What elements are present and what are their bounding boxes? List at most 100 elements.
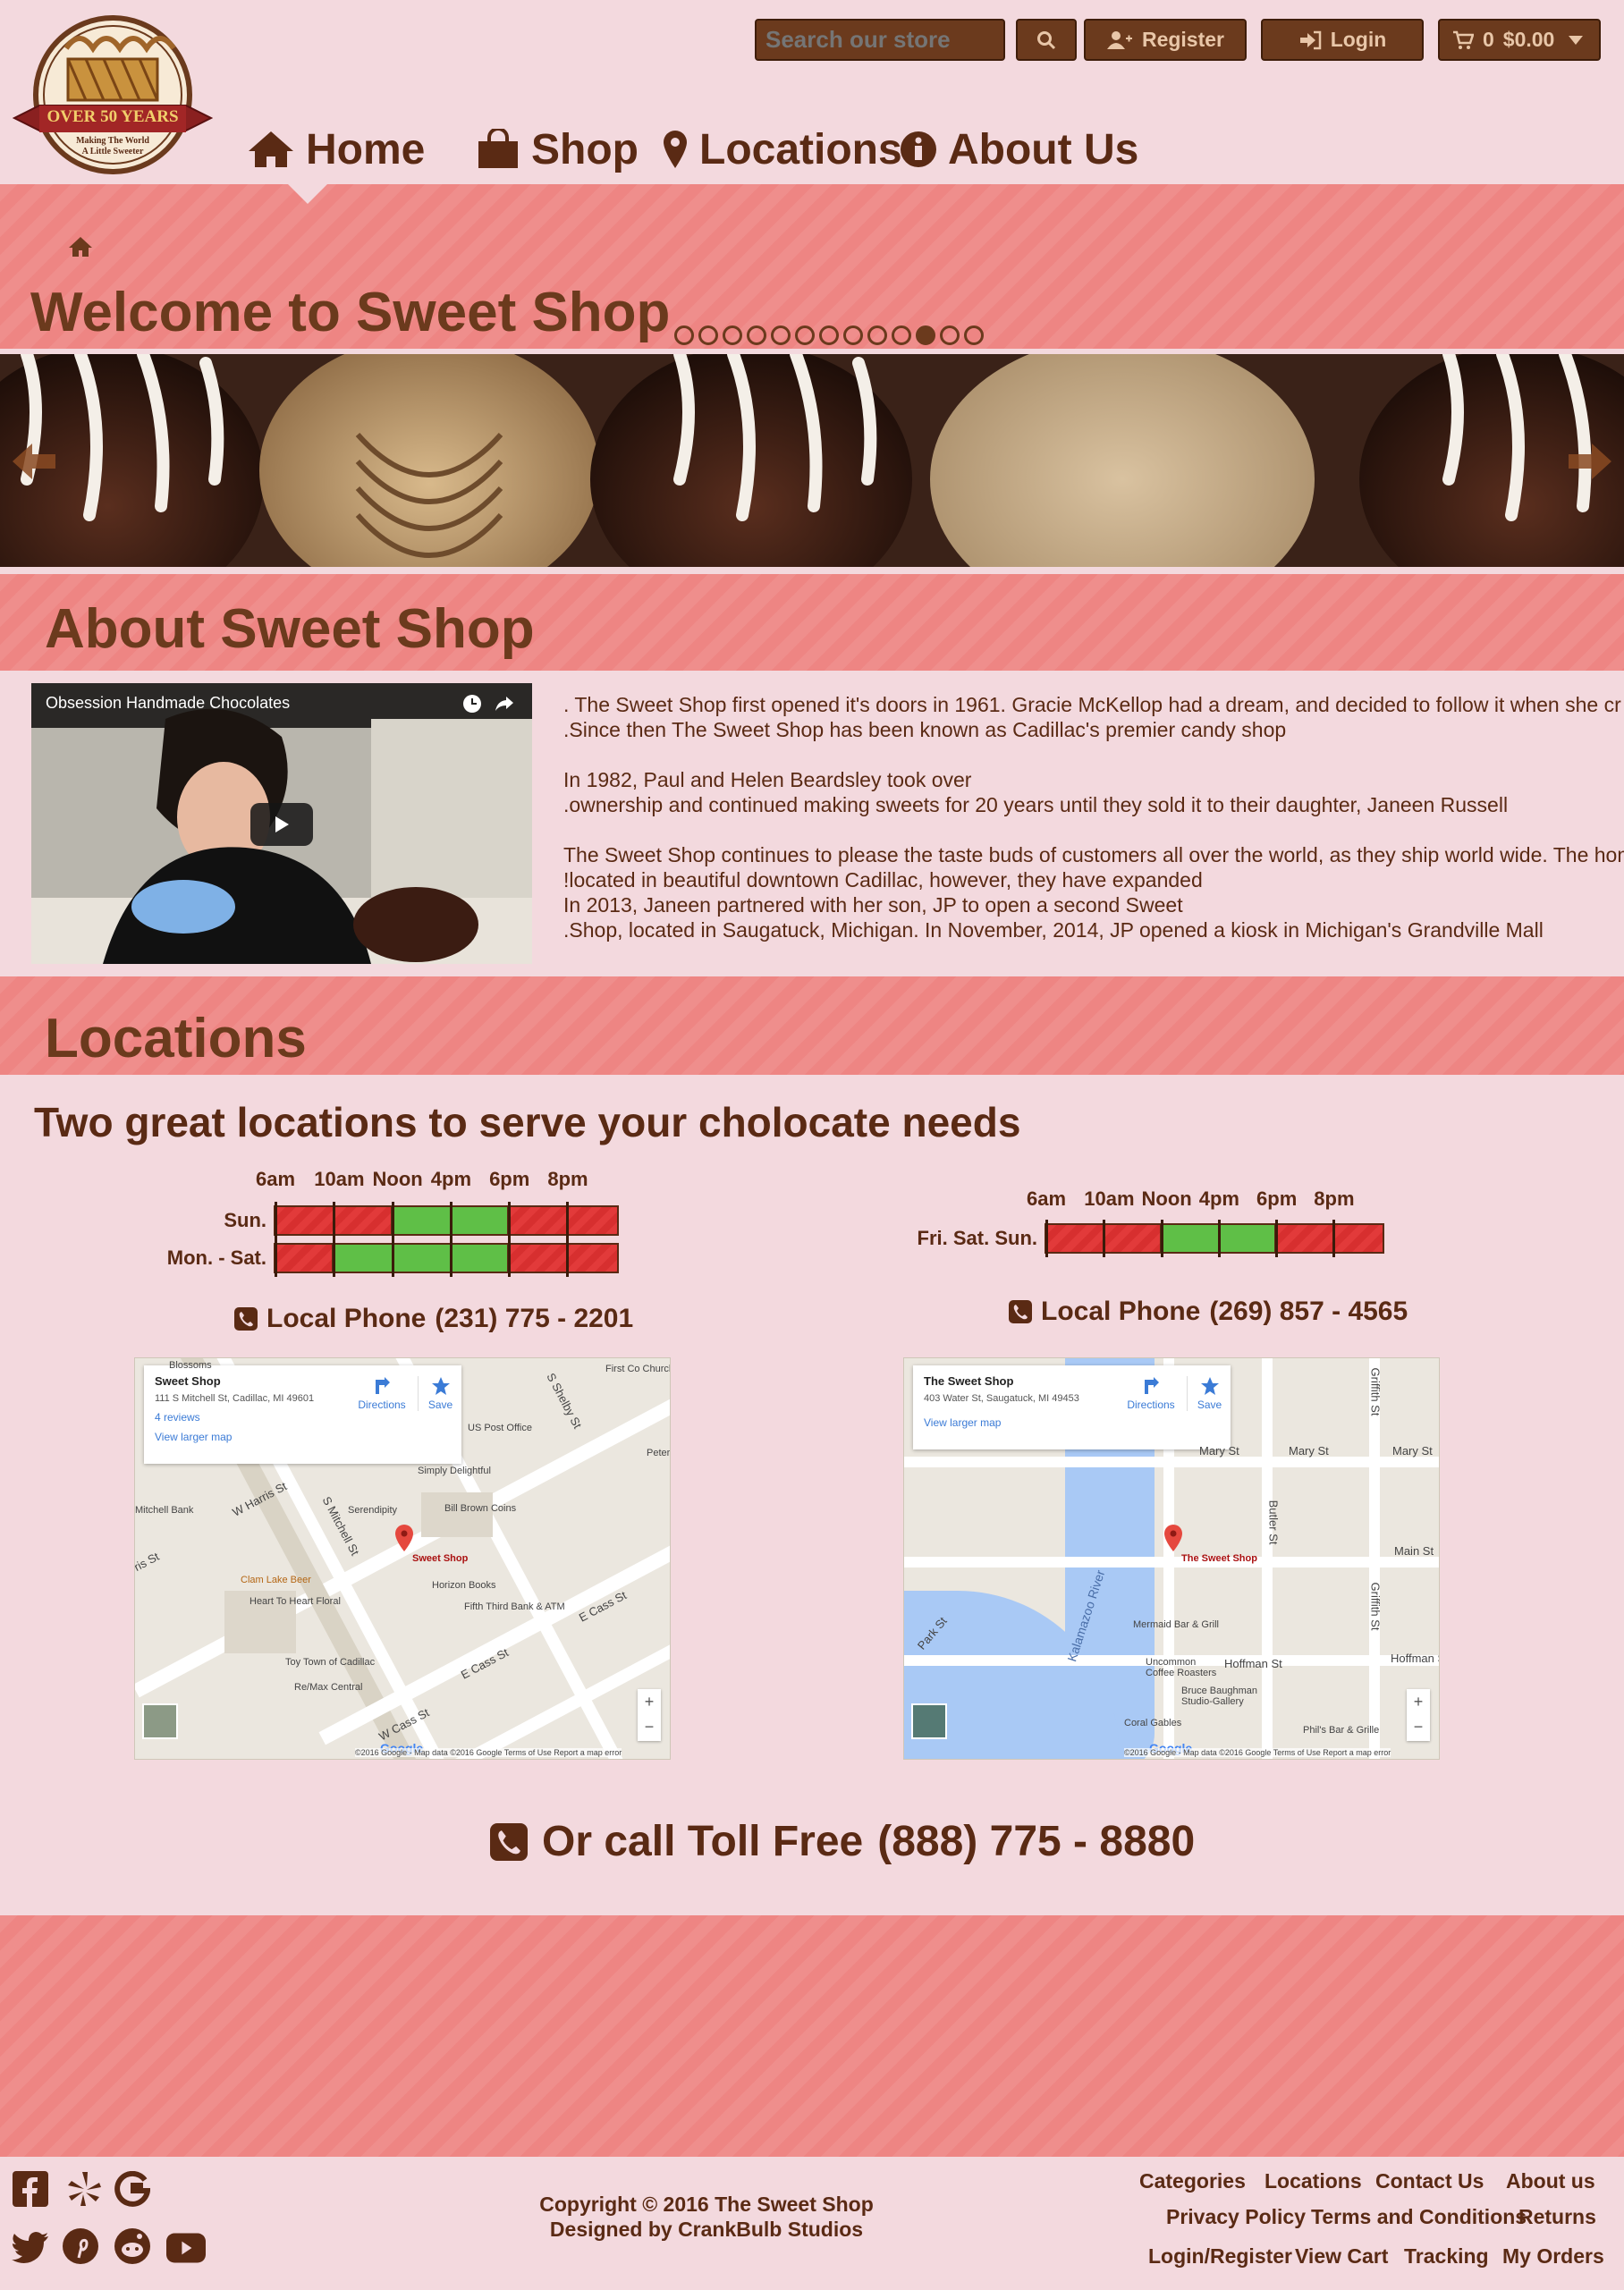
hour-label: 6am bbox=[1027, 1187, 1067, 1210]
slider-dot[interactable] bbox=[674, 325, 694, 345]
map-place-label: Bill Brown Coins bbox=[444, 1503, 517, 1514]
footer-link-login[interactable]: Login/Register bbox=[1148, 2244, 1292, 2269]
map-cadillac[interactable]: Sweet Shop 111 S Mitchell St, Cadillac, … bbox=[134, 1357, 671, 1760]
hour-tick bbox=[1045, 1220, 1048, 1257]
register-button[interactable]: Register bbox=[1084, 19, 1247, 61]
map-directions[interactable]: Directions bbox=[346, 1376, 418, 1411]
login-button[interactable]: Login bbox=[1261, 19, 1424, 61]
map-directions-label: Directions bbox=[1127, 1399, 1175, 1411]
slider-dot[interactable] bbox=[771, 325, 791, 345]
footer-link-terms[interactable]: Terms and Conditions bbox=[1311, 2205, 1527, 2229]
slider-dot[interactable] bbox=[723, 325, 742, 345]
slider-dot[interactable] bbox=[819, 325, 839, 345]
hour-tick bbox=[333, 1239, 336, 1277]
slider-dot[interactable] bbox=[916, 325, 935, 345]
phone-icon bbox=[1009, 1300, 1032, 1323]
slider-prev-arrow-icon[interactable] bbox=[11, 442, 57, 481]
google-icon[interactable] bbox=[113, 2169, 152, 2209]
logo-text-sub2: A Little Sweeter bbox=[81, 147, 144, 156]
slider-dot[interactable] bbox=[892, 325, 911, 345]
footer-link-contact[interactable]: Contact Us bbox=[1375, 2169, 1484, 2193]
cart-button[interactable]: 0 $0.00 bbox=[1438, 19, 1601, 61]
yelp-icon[interactable] bbox=[64, 2169, 104, 2209]
map-marker-icon[interactable] bbox=[1163, 1525, 1183, 1551]
map-reviews-link[interactable]: 4 reviews bbox=[155, 1411, 451, 1424]
map-zoom-control[interactable]: + − bbox=[1407, 1689, 1430, 1741]
view-larger-map-link[interactable]: View larger map bbox=[155, 1431, 451, 1443]
map-save-label: Save bbox=[1197, 1399, 1222, 1411]
pinterest-icon[interactable] bbox=[61, 2227, 100, 2266]
closed-hours-bar bbox=[274, 1243, 334, 1273]
hour-tick bbox=[391, 1202, 394, 1239]
footer-link-about[interactable]: About us bbox=[1506, 2169, 1595, 2193]
search-button[interactable] bbox=[1016, 19, 1077, 61]
facebook-icon[interactable] bbox=[11, 2169, 50, 2209]
site-logo[interactable]: OVER 50 YEARS Making The World A Little … bbox=[12, 13, 214, 177]
slider-dot[interactable] bbox=[964, 325, 984, 345]
map-directions[interactable]: Directions bbox=[1115, 1376, 1187, 1411]
site-header: OVER 50 YEARS Making The World A Little … bbox=[0, 0, 1624, 184]
video-embed[interactable]: Obsession Handmade Chocolates bbox=[31, 683, 532, 964]
slider-dot[interactable] bbox=[747, 325, 766, 345]
map-saugatuck[interactable]: The Sweet Shop 403 Water St, Saugatuck, … bbox=[903, 1357, 1440, 1760]
map-save[interactable]: Save bbox=[418, 1376, 462, 1411]
image-slider[interactable] bbox=[0, 354, 1624, 567]
map-street-label: Griffith St bbox=[1368, 1582, 1383, 1631]
about-line: .Shop, located in Saugatuck, Michigan. I… bbox=[563, 918, 1544, 942]
nav-home[interactable]: Home bbox=[247, 122, 425, 177]
local-phone-saugatuck[interactable]: Local Phone (269) 857 - 4565 bbox=[1009, 1297, 1408, 1327]
hour-tick bbox=[333, 1202, 336, 1239]
footer-link-cart[interactable]: View Cart bbox=[1295, 2244, 1388, 2269]
slider-dot[interactable] bbox=[843, 325, 863, 345]
twitter-icon[interactable] bbox=[11, 2228, 50, 2268]
footer-link-returns[interactable]: Returns bbox=[1518, 2205, 1596, 2229]
locations-title: Locations bbox=[45, 1008, 307, 1069]
video-play-button[interactable] bbox=[250, 803, 313, 846]
map-marker-label: Sweet Shop bbox=[412, 1553, 469, 1564]
video-title: Obsession Handmade Chocolates bbox=[46, 694, 291, 712]
map-save[interactable]: Save bbox=[1187, 1376, 1231, 1411]
search-input[interactable] bbox=[755, 19, 1005, 61]
clock-icon[interactable] bbox=[462, 694, 482, 714]
nav-about[interactable]: About Us bbox=[900, 122, 1138, 177]
footer-link-orders[interactable]: My Orders bbox=[1502, 2244, 1604, 2269]
youtube-icon[interactable] bbox=[166, 2228, 206, 2268]
map-satellite-toggle[interactable] bbox=[911, 1703, 947, 1739]
map-zoom-control[interactable]: + − bbox=[638, 1689, 661, 1741]
footer-link-privacy[interactable]: Privacy Policy bbox=[1166, 2205, 1306, 2229]
map-footer: ©2016 Google - Map data ©2016 Google Ter… bbox=[1124, 1748, 1391, 1757]
slider-dot[interactable] bbox=[867, 325, 887, 345]
footer-link-locations[interactable]: Locations bbox=[1265, 2169, 1362, 2193]
page-title: Welcome to Sweet Shop bbox=[30, 282, 671, 343]
map-street-label: Mary St bbox=[1289, 1444, 1329, 1458]
hour-label: Noon bbox=[372, 1168, 423, 1190]
footer-link-categories[interactable]: Categories bbox=[1139, 2169, 1246, 2193]
map-place-label: Horizon Books bbox=[432, 1580, 496, 1591]
footer-link-tracking[interactable]: Tracking bbox=[1404, 2244, 1489, 2269]
nav-shop[interactable]: Shop bbox=[476, 122, 639, 177]
map-street-label: Hoffman St bbox=[1391, 1652, 1439, 1665]
view-larger-map-link[interactable]: View larger map bbox=[924, 1416, 1220, 1429]
nav-locations[interactable]: Locations bbox=[662, 122, 902, 177]
toll-free-number: (888) 775 - 8880 bbox=[877, 1818, 1196, 1865]
local-phone-cadillac[interactable]: Local Phone (231) 775 - 2201 bbox=[234, 1304, 633, 1334]
map-satellite-toggle[interactable] bbox=[142, 1703, 178, 1739]
login-label: Login bbox=[1330, 28, 1387, 51]
map-marker-icon[interactable] bbox=[394, 1525, 414, 1551]
share-icon[interactable] bbox=[495, 694, 514, 714]
nav-locations-label: Locations bbox=[699, 125, 902, 173]
hour-tick bbox=[391, 1239, 394, 1277]
map-place-label: Uncommon Coffee Roasters bbox=[1146, 1657, 1217, 1678]
map-street-label: S Shelby St bbox=[544, 1370, 585, 1432]
slider-dot[interactable] bbox=[795, 325, 815, 345]
slider-dot[interactable] bbox=[940, 325, 960, 345]
reddit-icon[interactable] bbox=[113, 2227, 152, 2266]
breadcrumb-home-icon[interactable] bbox=[68, 236, 93, 258]
slider-next-arrow-icon[interactable] bbox=[1567, 442, 1613, 481]
hour-label: 6am bbox=[256, 1168, 296, 1190]
toll-free-phone[interactable]: Or call Toll Free (888) 775 - 8880 bbox=[490, 1817, 1195, 1866]
slider-dot[interactable] bbox=[698, 325, 718, 345]
about-line: In 1982, Paul and Helen Beardsley took o… bbox=[563, 768, 972, 791]
map-street-label: Griffith St bbox=[1368, 1367, 1383, 1416]
designed-by[interactable]: Designed by CrankBulb Studios bbox=[501, 2218, 912, 2242]
